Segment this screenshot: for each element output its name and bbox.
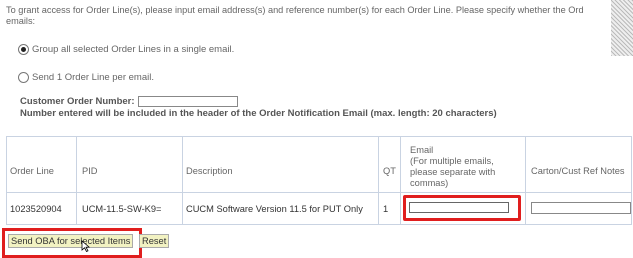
column-header-description: Description — [186, 166, 233, 176]
cell-description: CUCM Software Version 11.5 for PUT Only — [186, 204, 363, 214]
instructions-line-2: emails: — [6, 16, 36, 26]
instructions-line-1: To grant access for Order Line(s), pleas… — [6, 5, 584, 15]
column-header-qty: QT — [383, 166, 396, 176]
radio-send-one[interactable]: Send 1 Order Line per email. — [18, 72, 154, 83]
carton-notes-input[interactable] — [531, 202, 631, 214]
resize-grip — [611, 0, 633, 56]
send-oba-button[interactable]: Send OBA for selected Items — [8, 234, 134, 248]
column-header-order-line: Order Line — [10, 166, 54, 176]
mouse-cursor-icon — [81, 240, 90, 252]
email-highlight-box — [403, 195, 521, 221]
cell-pid: UCM-11.5-SW-K9= — [82, 204, 162, 214]
customer-order-label: Customer Order Number: — [20, 96, 135, 107]
instructions-text: To grant access for Order Line(s), pleas… — [6, 5, 616, 27]
radio-send-one-label: Send 1 Order Line per email. — [32, 72, 154, 83]
radio-selected-icon[interactable] — [18, 44, 29, 55]
customer-order-input[interactable] — [138, 96, 238, 107]
cell-order-line: 1023520904 — [10, 204, 62, 214]
radio-group-all[interactable]: Group all selected Order Lines in a sing… — [18, 44, 234, 55]
customer-order-note: Number entered will be included in the h… — [20, 108, 497, 119]
column-header-carton: Carton/Cust Ref Notes — [531, 166, 625, 176]
reset-button[interactable]: Reset — [139, 234, 170, 248]
column-header-email: Email (For multiple emails, please separ… — [410, 145, 496, 188]
radio-group-all-label: Group all selected Order Lines in a sing… — [32, 44, 235, 55]
column-header-pid: PID — [82, 166, 98, 176]
radio-unselected-icon[interactable] — [18, 72, 29, 83]
cell-qty: 1 — [383, 204, 389, 214]
